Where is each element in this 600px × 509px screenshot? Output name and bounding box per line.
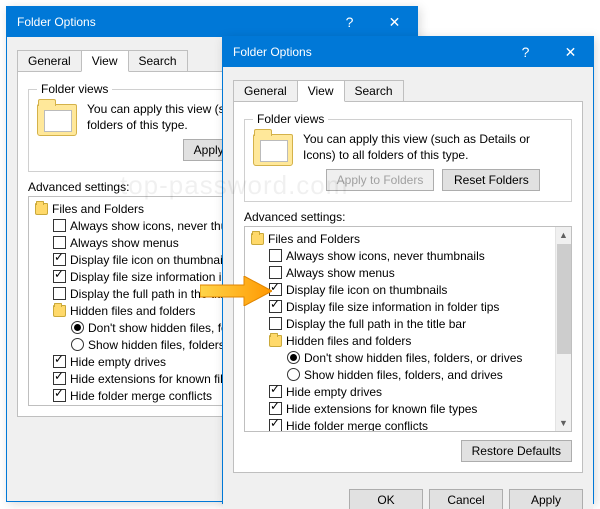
checkbox-icon[interactable]	[53, 219, 66, 232]
tree-item-label: Display file icon on thumbnails	[286, 283, 447, 297]
close-button[interactable]: ✕	[372, 7, 417, 37]
checkbox-icon[interactable]	[53, 389, 66, 402]
checkbox-icon[interactable]	[269, 385, 282, 398]
tree-item[interactable]: Hide empty drives	[251, 384, 569, 401]
tree-item-label: Always show menus	[286, 266, 395, 280]
help-button[interactable]: ?	[327, 7, 372, 37]
tree-item[interactable]: Hide folder merge conflicts	[251, 418, 569, 432]
tree-item-label: Display file size information in folder …	[286, 300, 499, 314]
tree-item[interactable]: Display the full path in the title bar	[251, 316, 569, 333]
tree-item-label: Hidden files and folders	[70, 304, 195, 318]
tree-item-label: Always show menus	[70, 236, 179, 250]
close-button[interactable]: ✕	[548, 37, 593, 67]
tree-item-label: Hidden files and folders	[286, 334, 411, 348]
tab-page-view: Folder views You can apply this view (su…	[233, 101, 583, 473]
folder-views-icon	[253, 134, 293, 166]
folder-icon	[269, 335, 282, 347]
folder-views-legend: Folder views	[253, 112, 328, 126]
reset-folders-button[interactable]: Reset Folders	[442, 169, 540, 191]
checkbox-icon[interactable]	[269, 402, 282, 415]
tree-item-label: Don't show hidden files, folders, or dri…	[304, 351, 522, 365]
window-title: Folder Options	[233, 45, 312, 59]
titlebar[interactable]: Folder Options ? ✕	[223, 37, 593, 67]
restore-defaults-button[interactable]: Restore Defaults	[461, 440, 572, 462]
checkbox-icon[interactable]	[269, 300, 282, 313]
advanced-settings-tree[interactable]: Files and FoldersAlways show icons, neve…	[244, 226, 572, 432]
tree-root[interactable]: Files and Folders	[251, 231, 569, 248]
radio-icon[interactable]	[71, 338, 84, 351]
radio-icon[interactable]	[287, 368, 300, 381]
tree-item-label: Show hidden files, folders, and drives	[304, 368, 503, 382]
folder-views-group: Folder views You can apply this view (su…	[244, 112, 572, 202]
checkbox-icon[interactable]	[53, 287, 66, 300]
tree-item[interactable]: Show hidden files, folders, and drives	[251, 367, 569, 384]
tree-item-label: Display the full path in the title bar	[286, 317, 466, 331]
checkbox-icon[interactable]	[53, 253, 66, 266]
titlebar[interactable]: Folder Options ? ✕	[7, 7, 417, 37]
checkbox-icon[interactable]	[53, 236, 66, 249]
tree-item[interactable]: Always show icons, never thumbnails	[251, 248, 569, 265]
cancel-button[interactable]: Cancel	[429, 489, 503, 509]
checkbox-icon[interactable]	[269, 266, 282, 279]
tree-item-label: Hide folder merge conflicts	[286, 419, 428, 432]
tab-view[interactable]: View	[297, 80, 345, 102]
help-button[interactable]: ?	[503, 37, 548, 67]
tree-item-label: Hide empty drives	[70, 355, 166, 369]
tree-item[interactable]: Hide extensions for known file types	[251, 401, 569, 418]
scroll-down-icon[interactable]: ▼	[556, 415, 572, 431]
radio-icon[interactable]	[71, 321, 84, 334]
window-title: Folder Options	[17, 15, 96, 29]
checkbox-icon[interactable]	[53, 355, 66, 368]
tree-item[interactable]: Hidden files and folders	[251, 333, 569, 350]
folder-icon	[53, 305, 66, 317]
advanced-settings-label: Advanced settings:	[244, 210, 572, 224]
checkbox-icon[interactable]	[269, 419, 282, 432]
tree-item-label: Always show icons, never thumbnails	[286, 249, 485, 263]
checkbox-icon[interactable]	[269, 283, 282, 296]
tab-general[interactable]: General	[17, 50, 82, 71]
tree-item-label: Hide empty drives	[286, 385, 382, 399]
tree-item-label: Hide folder merge conflicts	[70, 389, 212, 403]
tree-item-label: Hide extensions for known file types	[286, 402, 477, 416]
tree-item[interactable]: Display file icon on thumbnails	[251, 282, 569, 299]
tabstrip: General View Search	[233, 77, 583, 101]
ok-button[interactable]: OK	[349, 489, 423, 509]
folder-views-text: You can apply this view (such as Details…	[303, 132, 563, 163]
tab-search[interactable]: Search	[128, 50, 188, 71]
apply-to-folders-button[interactable]: Apply to Folders	[326, 169, 435, 191]
tree-item[interactable]: Don't show hidden files, folders, or dri…	[251, 350, 569, 367]
checkbox-icon[interactable]	[53, 372, 66, 385]
radio-icon[interactable]	[287, 351, 300, 364]
folder-icon	[35, 203, 48, 215]
checkbox-icon[interactable]	[269, 317, 282, 330]
tree-item-label: Display file icon on thumbnails	[70, 253, 231, 267]
tab-view[interactable]: View	[81, 50, 129, 72]
checkbox-icon[interactable]	[53, 270, 66, 283]
tree-item[interactable]: Always show menus	[251, 265, 569, 282]
folder-icon	[251, 233, 264, 245]
tree-scrollbar[interactable]: ▲ ▼	[555, 227, 571, 431]
folder-views-icon	[37, 104, 77, 136]
tab-search[interactable]: Search	[344, 80, 404, 101]
folder-views-legend: Folder views	[37, 82, 112, 96]
tab-general[interactable]: General	[233, 80, 298, 101]
tree-item[interactable]: Display file size information in folder …	[251, 299, 569, 316]
apply-button[interactable]: Apply	[509, 489, 583, 509]
scroll-thumb[interactable]	[557, 244, 571, 354]
checkbox-icon[interactable]	[269, 249, 282, 262]
folder-options-dialog-front: Folder Options ? ✕ General View Search F…	[222, 36, 594, 504]
scroll-up-icon[interactable]: ▲	[556, 227, 572, 243]
